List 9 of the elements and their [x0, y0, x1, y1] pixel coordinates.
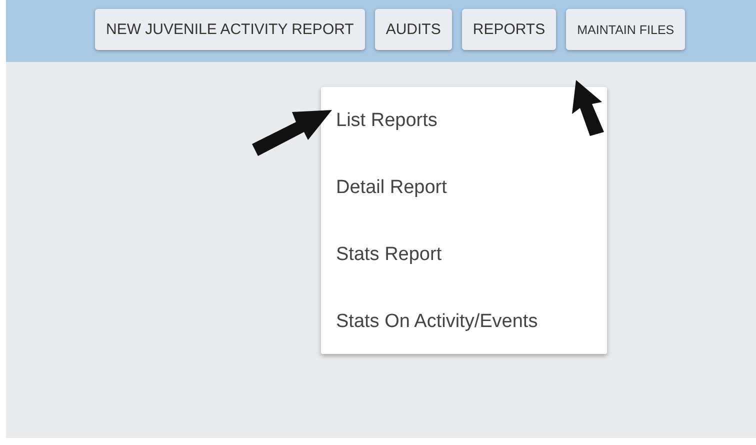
- menu-item[interactable]: Detail Report: [336, 177, 447, 198]
- menu-item[interactable]: List Reports: [336, 110, 438, 131]
- pointer-arrow: [572, 80, 604, 136]
- nav-button[interactable]: REPORTS: [462, 9, 556, 50]
- nav-button[interactable]: MAINTAIN FILES: [566, 9, 686, 50]
- menu-item[interactable]: Stats Report: [336, 244, 442, 265]
- nav-button[interactable]: AUDITS: [374, 9, 452, 50]
- menu-item[interactable]: Stats On Activity/Events: [336, 311, 538, 332]
- nav-button[interactable]: NEW JUVENILE ACTIVITY REPORT: [95, 9, 365, 50]
